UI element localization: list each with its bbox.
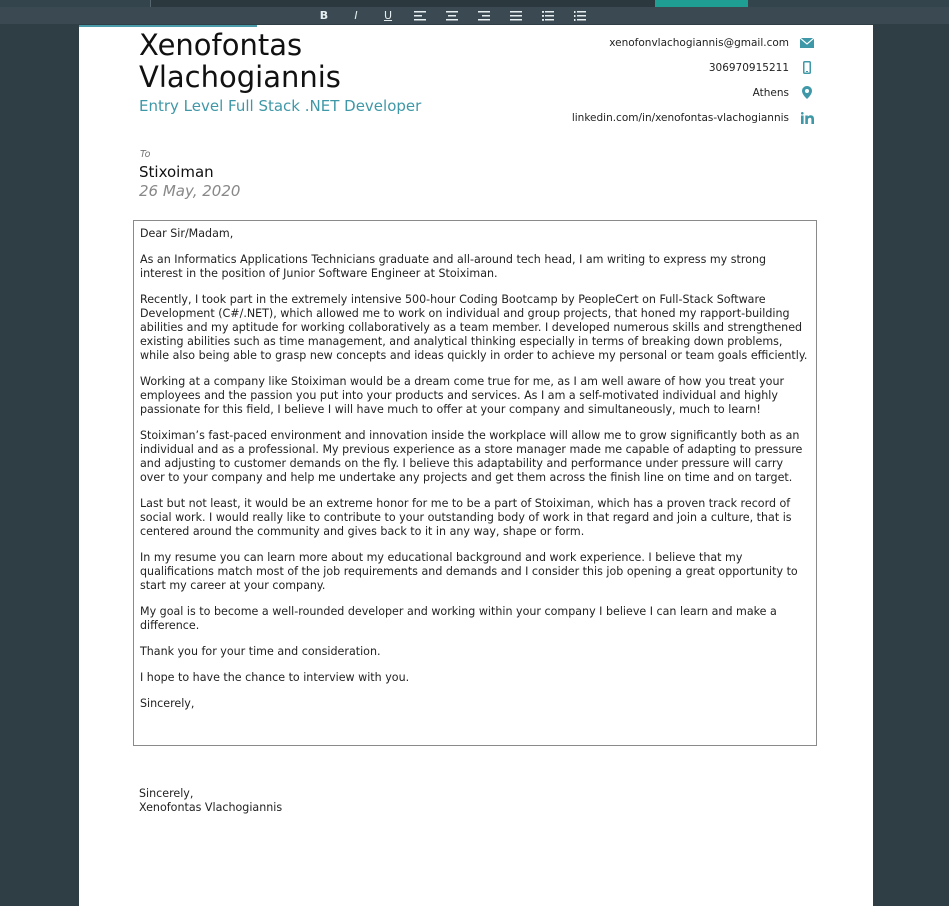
align-center-icon <box>446 10 458 20</box>
to-label: To <box>140 149 151 160</box>
signature-name[interactable]: Xenofontas Vlachogiannis <box>139 801 282 815</box>
letter-paragraph: In my resume you can learn more about my… <box>140 551 798 592</box>
contact-city[interactable]: Athens <box>572 80 815 105</box>
underline-button[interactable]: U <box>372 7 404 24</box>
letter-paragraph: Recently, I took part in the extremely i… <box>140 293 808 362</box>
align-left-button[interactable] <box>404 7 436 24</box>
letter-closing: Sincerely, Xenofontas Vlachogiannis <box>139 787 282 815</box>
linkedin-text: linkedin.com/in/xenofontas-vlachogiannis <box>571 111 789 124</box>
letter-body-editor[interactable]: Dear Sir/Madam, As an Informatics Applic… <box>133 220 817 746</box>
applicant-name[interactable]: Xenofontas Vlachogiannis <box>139 29 469 93</box>
letter-paragraph: Sincerely, <box>140 697 195 710</box>
align-left-icon <box>414 10 426 20</box>
recipient-company[interactable]: Stixoiman <box>139 163 214 181</box>
letter-date[interactable]: 26 May, 2020 <box>139 182 240 200</box>
page-accent-line <box>79 25 257 27</box>
italic-button[interactable]: I <box>340 7 372 24</box>
map-pin-icon <box>799 85 815 101</box>
bullet-list-button[interactable] <box>532 7 564 24</box>
bold-button[interactable]: B <box>308 7 340 24</box>
email-text: xenofonvlachogiannis@gmail.com <box>609 36 789 49</box>
contact-email[interactable]: xenofonvlachogiannis@gmail.com <box>572 30 815 55</box>
letter-paragraph: My goal is to become a well-rounded deve… <box>140 605 777 632</box>
contact-phone[interactable]: 306970915211 <box>572 55 815 80</box>
letter-paragraph: As an Informatics Applications Technicia… <box>140 253 767 280</box>
toolbar-tab[interactable] <box>150 0 656 7</box>
editor-toolbar: B I U <box>0 0 949 24</box>
linkedin-icon <box>799 110 815 126</box>
mobile-phone-icon <box>799 60 815 76</box>
toolbar-accent-tab[interactable] <box>655 0 748 7</box>
contact-linkedin[interactable]: linkedin.com/in/xenofontas-vlachogiannis <box>572 105 815 130</box>
contact-info: xenofonvlachogiannis@gmail.com 306970915… <box>572 30 815 130</box>
letter-paragraph: Thank you for your time and consideratio… <box>140 645 381 658</box>
align-right-icon <box>478 10 490 20</box>
align-right-button[interactable] <box>468 7 500 24</box>
format-tools: B I U <box>308 7 596 24</box>
city-text: Athens <box>752 86 789 99</box>
bullet-list-icon <box>542 10 554 21</box>
justify-button[interactable] <box>500 7 532 24</box>
letter-paragraph: Last but not least, it would be an extre… <box>140 497 792 538</box>
phone-text: 306970915211 <box>708 61 789 74</box>
letter-paragraph: Stoiximan’s fast-paced environment and i… <box>140 429 803 484</box>
numbered-list-icon <box>574 10 586 21</box>
numbered-list-button[interactable] <box>564 7 596 24</box>
align-center-button[interactable] <box>436 7 468 24</box>
justify-icon <box>510 10 522 20</box>
letter-paragraph: Working at a company like Stoiximan woul… <box>140 375 785 416</box>
cover-letter-page: Xenofontas Vlachogiannis Entry Level Ful… <box>79 25 873 906</box>
letter-paragraph: Dear Sir/Madam, <box>140 227 234 240</box>
closing-salutation[interactable]: Sincerely, <box>139 787 282 801</box>
applicant-headline[interactable]: Entry Level Full Stack .NET Developer <box>139 97 421 115</box>
letter-paragraph: I hope to have the chance to interview w… <box>140 671 410 684</box>
envelope-icon <box>799 35 815 51</box>
